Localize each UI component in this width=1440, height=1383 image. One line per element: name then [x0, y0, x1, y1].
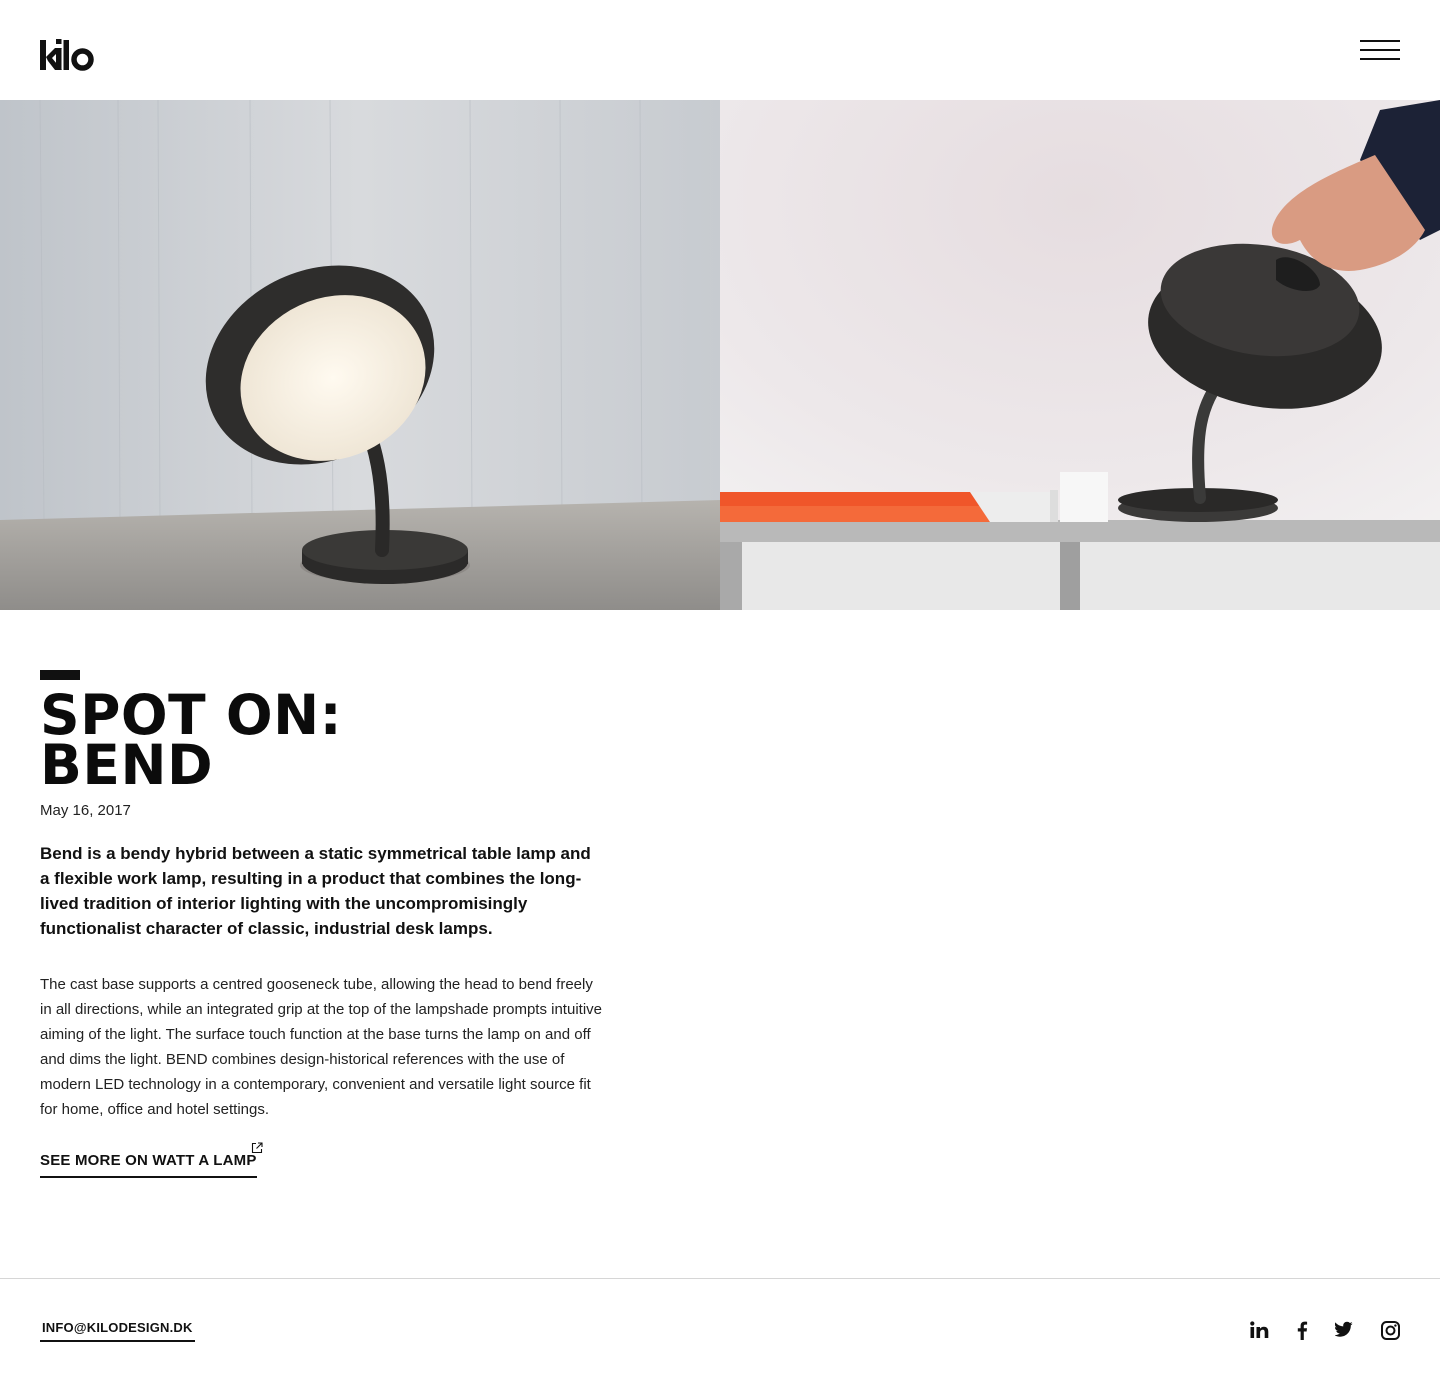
article-title-line2: BEND: [40, 733, 214, 797]
twitter-link[interactable]: [1335, 1321, 1353, 1341]
lamp-lit-photo: [0, 100, 720, 610]
kilo-logo[interactable]: [40, 38, 94, 72]
facebook-link[interactable]: [1296, 1321, 1308, 1341]
see-more-label: SEE MORE ON WATT A LAMP: [40, 1150, 257, 1178]
article-lead: Bend is a bendy hybrid between a static …: [40, 844, 591, 938]
linkedin-icon: [1250, 1321, 1269, 1338]
instagram-link[interactable]: [1381, 1321, 1400, 1341]
see-more-link[interactable]: SEE MORE ON WATT A LAMP: [40, 1142, 263, 1178]
lamp-hand-photo: [720, 100, 1440, 610]
menu-line-top: [1360, 40, 1400, 42]
facebook-icon: [1297, 1321, 1308, 1340]
linkedin-link[interactable]: [1250, 1321, 1269, 1341]
footer-divider: [0, 1278, 1440, 1279]
article-title: SPOT ON: BEND: [40, 688, 640, 797]
instagram-icon: [1381, 1321, 1400, 1340]
contact-email-link[interactable]: INFO@KILODESIGN.DK: [40, 1318, 195, 1342]
article-body: The cast base supports a centred goosene…: [40, 976, 602, 1118]
site-header: [0, 0, 1440, 100]
hamburger-menu-icon[interactable]: [1360, 40, 1400, 61]
title-accent-bar: [40, 670, 80, 680]
menu-line-bottom: [1360, 58, 1400, 60]
kilo-logo-mark: [40, 39, 94, 71]
menu-line-middle: [1360, 49, 1400, 51]
hero-gallery: [0, 100, 1440, 610]
external-link-icon: [251, 1142, 263, 1154]
hero-image-lamp-lit[interactable]: [0, 100, 720, 610]
article-date: May 16, 2017: [40, 802, 131, 819]
twitter-icon: [1335, 1321, 1353, 1337]
hero-image-lamp-adjusting[interactable]: [720, 100, 1440, 610]
